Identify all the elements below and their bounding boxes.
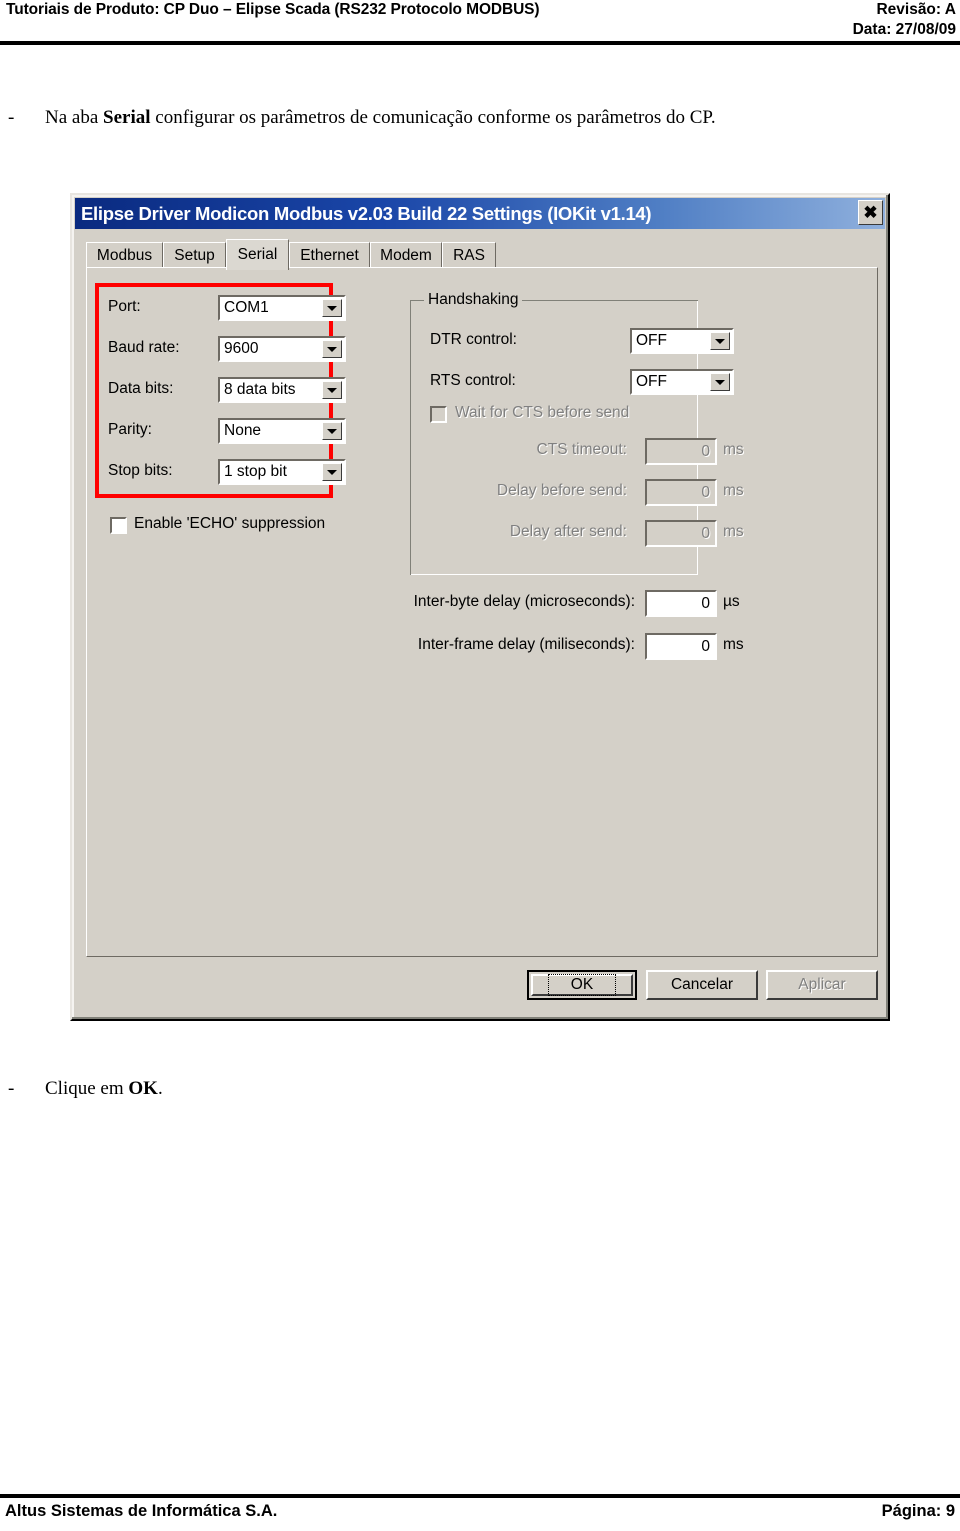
inter-byte-delay-unit: µs: [723, 593, 740, 610]
tab-modbus[interactable]: Modbus: [86, 242, 163, 268]
tab-ethernet[interactable]: Ethernet: [289, 242, 370, 268]
field-rts-control-label: RTS control:: [430, 372, 516, 389]
cts-timeout-label: CTS timeout:: [536, 441, 627, 458]
tab-ras-label: RAS: [453, 246, 485, 264]
wait-for-cts-checkbox[interactable]: [430, 406, 447, 423]
chevron-down-icon[interactable]: [322, 422, 342, 440]
field-stop-bits: Stop bits: 1 stop bit: [108, 459, 346, 485]
field-stop-bits-label: Stop bits:: [108, 462, 173, 479]
close-icon[interactable]: ✖: [858, 200, 883, 225]
inter-byte-delay-value: 0: [701, 594, 710, 612]
chevron-down-icon[interactable]: [322, 381, 342, 399]
chevron-down-icon[interactable]: [710, 373, 730, 391]
port-combobox[interactable]: COM1: [218, 295, 346, 321]
instruction-click-ok-text: Clique em OK.: [45, 1078, 163, 1100]
field-parity-label: Parity:: [108, 421, 152, 438]
bullet-dash: -: [8, 1078, 15, 1099]
field-port: Port: COM1: [108, 295, 346, 321]
tab-setup-label: Setup: [174, 246, 215, 264]
inter-byte-delay-input[interactable]: 0: [645, 590, 717, 617]
field-baud-rate: Baud rate: 9600: [108, 336, 346, 362]
field-baud-rate-label: Baud rate:: [108, 339, 180, 356]
cts-timeout-value: 0: [701, 442, 710, 460]
delay-before-send-label: Delay before send:: [496, 482, 627, 499]
stop-bits-combobox[interactable]: 1 stop bit: [218, 459, 346, 485]
cts-timeout-input[interactable]: 0: [645, 438, 717, 465]
wait-for-cts-label: Wait for CTS before send: [455, 404, 630, 421]
stop-bits-value: 1 stop bit: [224, 463, 287, 480]
tab-setup[interactable]: Setup: [163, 242, 226, 268]
tab-serial-label: Serial: [237, 246, 278, 263]
tab-modem-label: Modem: [380, 246, 432, 264]
intro-part1: Na aba: [45, 107, 104, 128]
rts-control-value: OFF: [636, 373, 667, 390]
data-bits-value: 8 data bits: [224, 381, 296, 398]
baud-rate-combobox[interactable]: 9600: [218, 336, 346, 362]
delay-after-send-value: 0: [701, 524, 710, 542]
tab-modbus-label: Modbus: [96, 246, 153, 264]
baud-rate-value: 9600: [224, 340, 259, 357]
echo-suppression-checkbox[interactable]: [110, 517, 127, 534]
apply-button: Aplicar: [766, 970, 878, 1000]
chevron-down-icon[interactable]: [322, 463, 342, 481]
delay-after-send-input[interactable]: 0: [645, 520, 717, 547]
outro-part2: .: [157, 1078, 163, 1099]
ok-button-label: OK: [547, 974, 617, 996]
field-data-bits: Data bits: 8 data bits: [108, 377, 346, 403]
cancel-button-label: Cancelar: [670, 976, 734, 993]
delay-before-send-input[interactable]: 0: [645, 479, 717, 506]
instruction-serial-tab-text: Na aba Serial configurar os parâmetros d…: [45, 107, 716, 129]
parity-value: None: [224, 422, 262, 439]
tab-serial[interactable]: Serial: [226, 239, 289, 270]
inter-frame-delay-value: 0: [701, 637, 710, 655]
settings-dialog: Elipse Driver Modicon Modbus v2.03 Build…: [70, 193, 890, 1021]
field-dtr-control-label: DTR control:: [430, 331, 517, 348]
dtr-control-value: OFF: [636, 332, 667, 349]
cts-timeout-unit: ms: [723, 441, 744, 458]
header-revision: Revisão: A: [876, 1, 956, 18]
inter-frame-delay-label: Inter-frame delay (miliseconds):: [417, 636, 635, 653]
footer-divider: [0, 1494, 960, 1498]
port-value: COM1: [224, 299, 269, 316]
outro-bold: OK: [128, 1078, 158, 1099]
chevron-down-icon[interactable]: [322, 299, 342, 317]
field-port-label: Port:: [108, 298, 141, 315]
tab-modem[interactable]: Modem: [370, 242, 442, 268]
delay-before-send-value: 0: [701, 483, 710, 501]
bullet-dash: -: [8, 107, 15, 128]
tab-ras[interactable]: RAS: [442, 242, 496, 268]
handshaking-legend: Handshaking: [424, 291, 523, 309]
echo-suppression-label: Enable 'ECHO' suppression: [134, 515, 326, 532]
header-date: Data: 27/08/09: [852, 21, 956, 38]
field-data-bits-label: Data bits:: [108, 380, 174, 397]
delay-before-send-unit: ms: [723, 482, 744, 499]
delay-after-send-label: Delay after send:: [509, 523, 627, 540]
apply-button-label: Aplicar: [798, 976, 846, 993]
rts-control-combobox[interactable]: OFF: [630, 369, 734, 395]
parity-combobox[interactable]: None: [218, 418, 346, 444]
tab-ethernet-label: Ethernet: [300, 246, 359, 264]
header-document-title: Tutoriais de Produto: CP Duo – Elipse Sc…: [6, 1, 540, 18]
field-parity: Parity: None: [108, 418, 346, 444]
chevron-down-icon[interactable]: [710, 332, 730, 350]
cancel-button[interactable]: Cancelar: [646, 970, 758, 1000]
dialog-titlebar[interactable]: Elipse Driver Modicon Modbus v2.03 Build…: [75, 198, 885, 229]
dialog-title: Elipse Driver Modicon Modbus v2.03 Build…: [81, 202, 652, 224]
intro-bold: Serial: [103, 107, 151, 128]
page-header: Tutoriais de Produto: CP Duo – Elipse Sc…: [0, 0, 960, 46]
data-bits-combobox[interactable]: 8 data bits: [218, 377, 346, 403]
header-divider: [0, 41, 960, 45]
chevron-down-icon[interactable]: [322, 340, 342, 358]
footer-page-number: Página: 9: [881, 1502, 955, 1520]
inter-byte-delay-label: Inter-byte delay (microseconds):: [413, 593, 635, 610]
footer-company: Altus Sistemas de Informática S.A.: [5, 1502, 278, 1520]
intro-part2: configurar os parâmetros de comunicação …: [150, 107, 716, 128]
dtr-control-combobox[interactable]: OFF: [630, 328, 734, 354]
inter-frame-delay-unit: ms: [723, 636, 744, 653]
delay-after-send-unit: ms: [723, 523, 744, 540]
inter-frame-delay-input[interactable]: 0: [645, 633, 717, 660]
outro-part1: Clique em: [45, 1078, 129, 1099]
ok-button[interactable]: OK: [527, 970, 637, 1000]
